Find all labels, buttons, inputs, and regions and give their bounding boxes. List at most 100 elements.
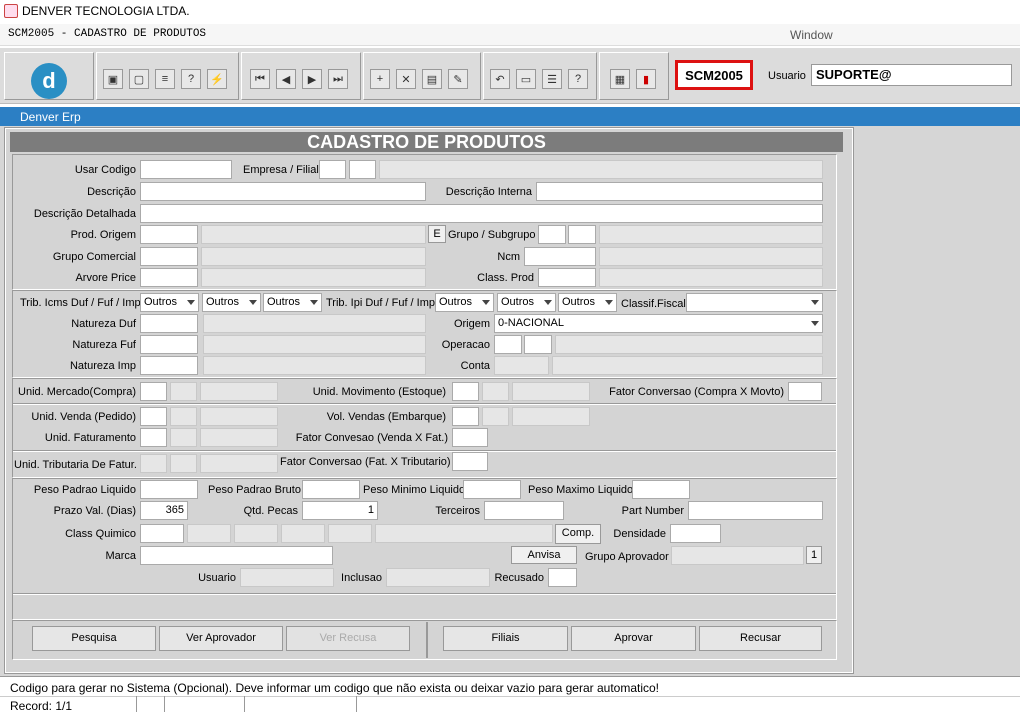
insert-record-icon[interactable]: + xyxy=(370,69,390,89)
trib-icms-fuf-select[interactable]: Outros xyxy=(202,293,261,312)
vol-vendas-desc xyxy=(512,407,590,426)
class-quimico-ro4 xyxy=(328,524,372,543)
peso-bruto-input[interactable] xyxy=(302,480,360,499)
fator-trib-input[interactable] xyxy=(452,452,488,471)
trib-ipi-fuf-select[interactable]: Outros xyxy=(497,293,556,312)
class-prod-desc xyxy=(599,268,823,287)
pesquisa-button[interactable]: Pesquisa xyxy=(32,626,156,651)
natureza-imp-input[interactable] xyxy=(140,356,198,375)
operacao-input[interactable] xyxy=(494,335,522,354)
grupo-input[interactable] xyxy=(538,225,566,244)
inclusao-field xyxy=(386,568,490,587)
comp-button[interactable]: Comp. xyxy=(555,524,601,544)
delete-record-icon[interactable]: ✕ xyxy=(396,69,416,89)
empresa-label: Empresa / Filial xyxy=(243,164,319,176)
natureza-duf-label: Natureza Duf xyxy=(71,318,136,330)
save-icon[interactable]: ▣ xyxy=(103,69,123,89)
list-icon[interactable]: ☰ xyxy=(542,69,562,89)
first-record-icon[interactable]: ⏮ xyxy=(250,69,270,89)
class-quimico-input[interactable] xyxy=(140,524,184,543)
desc-interna-input[interactable] xyxy=(536,182,823,201)
next-record-icon[interactable]: ▶ xyxy=(302,69,322,89)
recusado-input[interactable] xyxy=(548,568,577,587)
aprovar-button[interactable]: Aprovar xyxy=(571,626,696,651)
exit-icon[interactable]: ▮ xyxy=(636,69,656,89)
usar-codigo-input[interactable] xyxy=(140,160,232,179)
record-tools: ▣ ▢ ≡ ? ⚡ xyxy=(96,52,239,100)
e-button[interactable]: E xyxy=(428,225,446,243)
last-record-icon[interactable]: ⏭ xyxy=(328,69,348,89)
clipboard-icon[interactable]: ▭ xyxy=(516,69,536,89)
desc-interna-label: Descrição Interna xyxy=(445,186,532,198)
trib-icms-imp-select[interactable]: Outros xyxy=(263,293,322,312)
unid-faturamento-input[interactable] xyxy=(140,428,167,447)
grupo-aprovador-lov[interactable]: 1 xyxy=(806,546,822,564)
origem-select[interactable]: 0-NACIONAL xyxy=(494,314,823,333)
recusado-label: Recusado xyxy=(494,572,544,584)
peso-liquido-input[interactable] xyxy=(140,480,198,499)
help-icon[interactable]: ? xyxy=(568,69,588,89)
divider xyxy=(13,593,836,595)
arvore-label: Arvore Price xyxy=(75,272,136,284)
unid-mercado-input[interactable] xyxy=(140,382,167,401)
natureza-duf-input[interactable] xyxy=(140,314,198,333)
undo-icon[interactable]: ↶ xyxy=(490,69,510,89)
terceiros-label: Terceiros xyxy=(435,505,480,517)
ver-recusa-button[interactable]: Ver Recusa xyxy=(286,626,410,651)
anvisa-button[interactable]: Anvisa xyxy=(511,546,577,564)
form-menu-label[interactable]: SCM2005 - CADASTRO DE PRODUTOS xyxy=(8,28,206,40)
print-preview-icon[interactable]: ▢ xyxy=(129,69,149,89)
subgrupo-input[interactable] xyxy=(568,225,596,244)
trib-ipi-duf-select[interactable]: Outros xyxy=(435,293,494,312)
grupo-comercial-label: Grupo Comercial xyxy=(52,251,136,263)
terceiros-input[interactable] xyxy=(484,501,564,520)
execute-query-icon[interactable]: ⚡ xyxy=(207,69,227,89)
classif-fiscal-select[interactable] xyxy=(686,293,823,312)
natureza-fuf-input[interactable] xyxy=(140,335,198,354)
part-number-input[interactable] xyxy=(688,501,823,520)
print-icon[interactable]: ≡ xyxy=(155,69,175,89)
prev-record-icon[interactable]: ◀ xyxy=(276,69,296,89)
trib-ipi-imp-select[interactable]: Outros xyxy=(558,293,617,312)
grupo-desc xyxy=(599,225,823,244)
unid-venda-input[interactable] xyxy=(140,407,167,426)
part-number-label: Part Number xyxy=(621,505,684,517)
class-prod-input[interactable] xyxy=(538,268,596,287)
form-title: CADASTRO DE PRODUTOS xyxy=(10,132,843,152)
recusar-button[interactable]: Recusar xyxy=(699,626,822,651)
descricao-input[interactable] xyxy=(140,182,426,201)
conta-desc xyxy=(552,356,823,375)
densidade-input[interactable] xyxy=(670,524,721,543)
class-quimico-label: Class Quimico xyxy=(65,528,136,540)
unid-movimento-input[interactable] xyxy=(452,382,479,401)
fator-conversao-input[interactable] xyxy=(788,382,822,401)
qtd-pecas-input[interactable]: 1 xyxy=(302,501,378,520)
fator-conversao-label: Fator Conversao (Compra X Movto) xyxy=(609,386,784,398)
ver-aprovador-button[interactable]: Ver Aprovador xyxy=(159,626,283,651)
ncm-input[interactable] xyxy=(524,247,596,266)
marca-input[interactable] xyxy=(140,546,333,565)
unid-tributaria-desc xyxy=(200,454,278,473)
fator-venda-input[interactable] xyxy=(452,428,488,447)
grupo-aprovador-label: Grupo Aprovador xyxy=(585,551,669,563)
filial-input[interactable] xyxy=(349,160,376,179)
empresa-input[interactable] xyxy=(319,160,346,179)
prazo-input[interactable]: 365 xyxy=(140,501,188,520)
unid-venda-ro xyxy=(170,407,197,426)
desc-detalhada-input[interactable] xyxy=(140,204,823,223)
unid-tributaria-ro xyxy=(170,454,197,473)
peso-maximo-input[interactable] xyxy=(632,480,690,499)
operacao-sub-input[interactable] xyxy=(524,335,552,354)
menu-icon[interactable]: ▦ xyxy=(610,69,630,89)
prod-origem-input[interactable] xyxy=(140,225,198,244)
vol-vendas-input[interactable] xyxy=(452,407,479,426)
window-menu[interactable]: Window xyxy=(790,28,833,42)
grupo-comercial-input[interactable] xyxy=(140,247,198,266)
peso-minimo-input[interactable] xyxy=(463,480,521,499)
help-query-icon[interactable]: ? xyxy=(181,69,201,89)
trib-icms-duf-select[interactable]: Outros xyxy=(140,293,199,312)
edit-icon[interactable]: ✎ xyxy=(448,69,468,89)
filiais-button[interactable]: Filiais xyxy=(443,626,568,651)
arvore-input[interactable] xyxy=(140,268,198,287)
form-icon[interactable]: ▤ xyxy=(422,69,442,89)
